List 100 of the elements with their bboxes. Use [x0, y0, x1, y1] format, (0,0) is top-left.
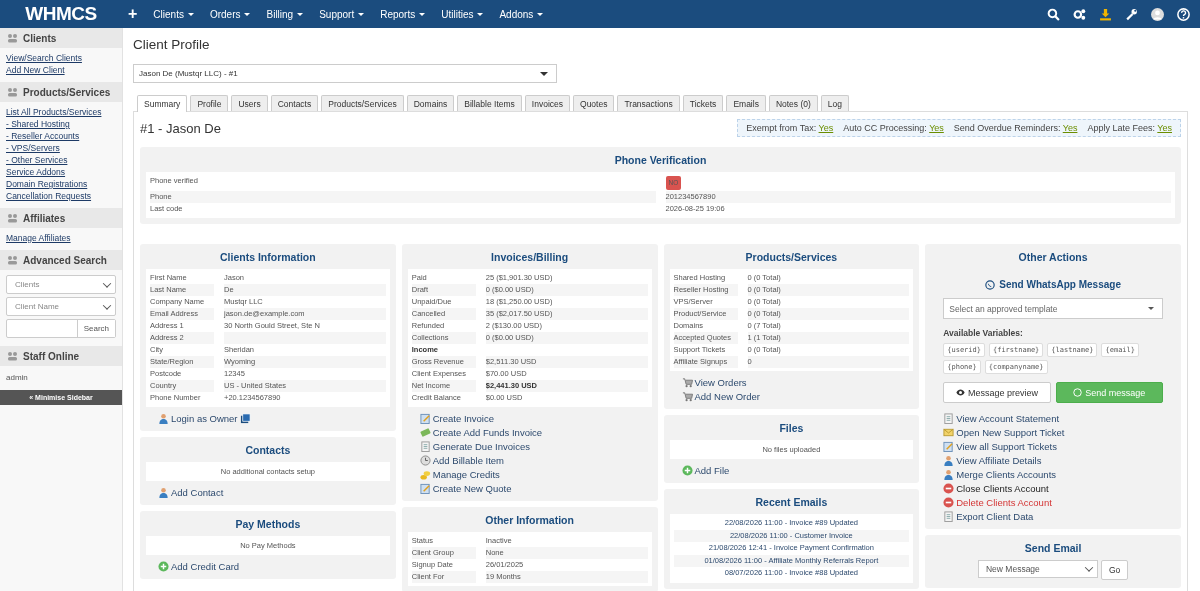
tab[interactable]: Profile	[190, 95, 229, 111]
caret-icon	[297, 12, 304, 16]
tab[interactable]: Emails	[726, 95, 766, 111]
search-button[interactable]: Search	[76, 320, 115, 337]
action-link[interactable]: Add New Order	[681, 390, 914, 403]
card-title: Send Email	[1023, 541, 1083, 556]
document-icon	[943, 413, 955, 424]
sidebar-link[interactable]: Domain Registrations	[6, 178, 116, 190]
settings-icon[interactable]	[1073, 7, 1086, 21]
tab[interactable]: Quotes	[573, 95, 615, 111]
tab[interactable]: Contacts	[270, 95, 319, 111]
notepad-icon	[419, 413, 431, 424]
sidebar-link[interactable]: View/Search Clients	[6, 52, 116, 64]
caret-icon	[477, 12, 484, 16]
envelope-icon	[943, 427, 955, 438]
tab[interactable]: Notes (0)	[768, 95, 818, 111]
action-link[interactable]: Open New Support Ticket	[943, 426, 1175, 439]
preview-button[interactable]: Message preview	[943, 382, 1051, 403]
action-link[interactable]: Create Add Funds Invoice	[419, 426, 652, 439]
action-link[interactable]: Add Credit Card	[158, 560, 390, 573]
sidebar-link[interactable]: List All Products/Services	[6, 106, 116, 118]
search-select[interactable]: Clients	[6, 275, 116, 294]
search-icon[interactable]	[1047, 7, 1060, 21]
sidebar-link[interactable]: Cancellation Requests	[6, 190, 116, 202]
sidebar-heading: Staff Online	[23, 350, 80, 362]
action-link[interactable]: Add Contact	[158, 486, 390, 499]
flag-link[interactable]: Yes	[818, 123, 834, 133]
action-link[interactable]: Add File	[681, 464, 914, 477]
card-title: Invoices/Billing	[490, 250, 570, 265]
person-icon	[158, 487, 169, 498]
person-icon	[943, 469, 955, 480]
nav-menu-item[interactable]: Orders	[201, 8, 259, 20]
sidebar-link[interactable]: Add New Client	[6, 64, 116, 76]
nav-menu-item[interactable]: Support	[311, 8, 373, 20]
minus-circle-icon	[943, 483, 955, 494]
action-link[interactable]: Add Billable Item	[419, 454, 652, 467]
template-select[interactable]: Select an approved template	[943, 298, 1163, 319]
sidebar-link[interactable]: - Shared Hosting	[6, 118, 116, 130]
caret-icon	[187, 12, 194, 16]
action-link[interactable]: Login as Owner	[158, 412, 390, 425]
nav-menu-item[interactable]: Addons	[491, 8, 552, 20]
action-link[interactable]: Create New Quote	[419, 482, 652, 495]
tab[interactable]: Products/Services	[321, 95, 404, 111]
tab[interactable]: Log	[820, 95, 850, 111]
person-icon	[158, 413, 169, 424]
logo[interactable]: WHMCS	[0, 3, 122, 25]
nav-menu-item[interactable]: Billing	[258, 8, 312, 20]
document-icon	[943, 511, 955, 522]
sidebar-link[interactable]: - Reseller Accounts	[6, 130, 116, 142]
action-link[interactable]: Delete Clients Account	[943, 496, 1175, 509]
tab[interactable]: Transactions	[617, 95, 680, 111]
help-icon[interactable]	[1177, 7, 1190, 21]
action-link[interactable]: Export Client Data	[943, 510, 1175, 523]
cart-icon	[681, 377, 693, 388]
action-link[interactable]: View Account Statement	[943, 412, 1175, 425]
template-select[interactable]: New Message	[977, 560, 1098, 578]
flag-link[interactable]: Yes	[1157, 123, 1172, 133]
sidebar-heading: Clients	[23, 32, 57, 44]
tab[interactable]: Domains	[406, 95, 455, 111]
nav-menu-item[interactable]: Reports	[372, 8, 434, 20]
tab[interactable]: Billable Items	[457, 95, 522, 111]
wrench-icon[interactable]	[1125, 7, 1138, 21]
tab[interactable]: Users	[231, 95, 268, 111]
variables-label: Available Variables:	[943, 328, 1024, 338]
card-title: Files	[778, 421, 805, 436]
action-link[interactable]: Close Clients Account	[943, 482, 1175, 495]
search-field[interactable]: Search	[6, 319, 116, 338]
nav-menu-item[interactable]: Clients	[145, 8, 202, 20]
add-button[interactable]: +	[128, 5, 138, 23]
flag-link[interactable]: Yes	[1062, 123, 1078, 133]
page-title: Client Profile	[133, 37, 211, 52]
go-button[interactable]: Go	[1100, 560, 1129, 580]
action-link[interactable]: Manage Credits	[419, 468, 652, 481]
avatar-icon[interactable]	[1151, 7, 1164, 21]
tab[interactable]: Tickets	[682, 95, 724, 111]
tab[interactable]: Summary	[137, 95, 188, 112]
sidebar-link[interactable]: Manage Affiliates	[6, 232, 116, 244]
search-select[interactable]: Client Name	[6, 297, 116, 316]
caret-icon	[244, 12, 251, 16]
tab[interactable]: Invoices	[524, 95, 570, 111]
sidebar-link[interactable]: - Other Services	[6, 154, 116, 166]
flag-link[interactable]: Yes	[929, 123, 944, 133]
action-link[interactable]: View Affiliate Details	[943, 454, 1175, 467]
action-link[interactable]: Generate Due Invoices	[419, 440, 652, 453]
users-icon	[7, 351, 18, 361]
download-icon[interactable]	[1099, 7, 1112, 21]
card-title: Phone Verification	[614, 154, 707, 166]
action-link[interactable]: Create Invoice	[419, 412, 652, 425]
card-title: Contacts	[244, 443, 292, 458]
action-link[interactable]: Merge Clients Accounts	[943, 468, 1175, 481]
clock-icon	[419, 455, 431, 466]
sidebar-link[interactable]: Service Addons	[6, 166, 116, 178]
action-link[interactable]: View Orders	[681, 376, 914, 389]
banknote-icon	[419, 427, 431, 438]
action-link[interactable]: View all Support Tickets	[943, 440, 1175, 453]
sidebar-link[interactable]: - VPS/Servers	[6, 142, 116, 154]
client-select[interactable]: Jason De (Mustqr LLC) - #1	[133, 64, 557, 83]
nav-menu-item[interactable]: Utilities	[433, 8, 492, 20]
flag-label: Exempt from Tax:	[746, 123, 817, 133]
flag-label: Apply Late Fees:	[1087, 123, 1155, 133]
